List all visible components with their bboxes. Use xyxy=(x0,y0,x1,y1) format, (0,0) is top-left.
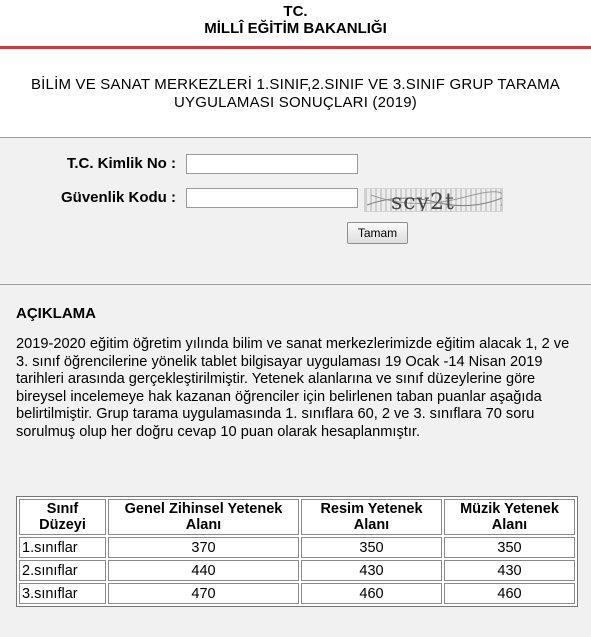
description-section: AÇIKLAMA 2019-2020 eğitim öğretim yılınd… xyxy=(0,305,591,441)
query-form: T.C. Kimlik No : Güvenlik Kodu : scy2t T… xyxy=(0,138,591,284)
column-header: Müzik Yetenek Alanı xyxy=(444,499,575,535)
captcha-input[interactable] xyxy=(186,188,358,208)
table-cell: 430 xyxy=(444,560,575,581)
table-cell: 1.sınıflar xyxy=(19,537,106,558)
table-row: 2.sınıflar 440 430 430 xyxy=(19,560,575,581)
table-header-row: Sınıf Düzeyi Genel Zihinsel Yetenek Alanı … xyxy=(19,499,575,535)
table-cell: 370 xyxy=(108,537,299,558)
table-cell: 350 xyxy=(444,537,575,558)
table-cell: 460 xyxy=(444,583,575,604)
table-cell: 470 xyxy=(108,583,299,604)
header-line-1: TC. xyxy=(283,3,308,20)
tc-kimlik-label: T.C. Kimlik No : xyxy=(66,155,176,172)
table-cell: 440 xyxy=(108,560,299,581)
table-cell: 350 xyxy=(301,537,442,558)
captcha-text: scy2t xyxy=(391,190,455,212)
page-header: TC. MİLLÎ EĞİTİM BAKANLIĞI xyxy=(0,0,591,49)
description-heading: AÇIKLAMA xyxy=(16,305,96,322)
subtitle-line-2: UYGULAMASI SONUÇLARI (2019) xyxy=(174,94,417,111)
table-cell: 430 xyxy=(301,560,442,581)
table-cell: 3.sınıflar xyxy=(19,583,106,604)
table-cell: 2.sınıflar xyxy=(19,560,106,581)
guvenlik-kodu-label: Güvenlik Kodu : xyxy=(60,189,176,206)
table-row: 3.sınıflar 470 460 460 xyxy=(19,583,575,604)
table-cell: 460 xyxy=(301,583,442,604)
column-header: Resim Yetenek Alanı xyxy=(301,499,442,535)
subtitle-line-1: BİLİM VE SANAT MERKEZLERİ 1.SINIF,2.SINI… xyxy=(30,76,561,93)
captcha-image: scy2t xyxy=(364,188,503,212)
page-subtitle: BİLİM VE SANAT MERKEZLERİ 1.SINIF,2.SINI… xyxy=(0,49,591,137)
description-body: 2019-2020 eğitim öğretim yılında bilim v… xyxy=(16,336,570,440)
table-row: 1.sınıflar 370 350 350 xyxy=(19,537,575,558)
tamam-button[interactable]: Tamam xyxy=(347,222,408,244)
column-header: Genel Zihinsel Yetenek Alanı xyxy=(108,499,299,535)
tc-kimlik-input[interactable] xyxy=(186,154,358,174)
header-line-2: MİLLÎ EĞİTİM BAKANLIĞI xyxy=(204,20,387,37)
divider-bottom xyxy=(0,284,591,285)
column-header: Sınıf Düzeyi xyxy=(19,499,106,535)
results-table: Sınıf Düzeyi Genel Zihinsel Yetenek Alanı … xyxy=(16,496,578,607)
